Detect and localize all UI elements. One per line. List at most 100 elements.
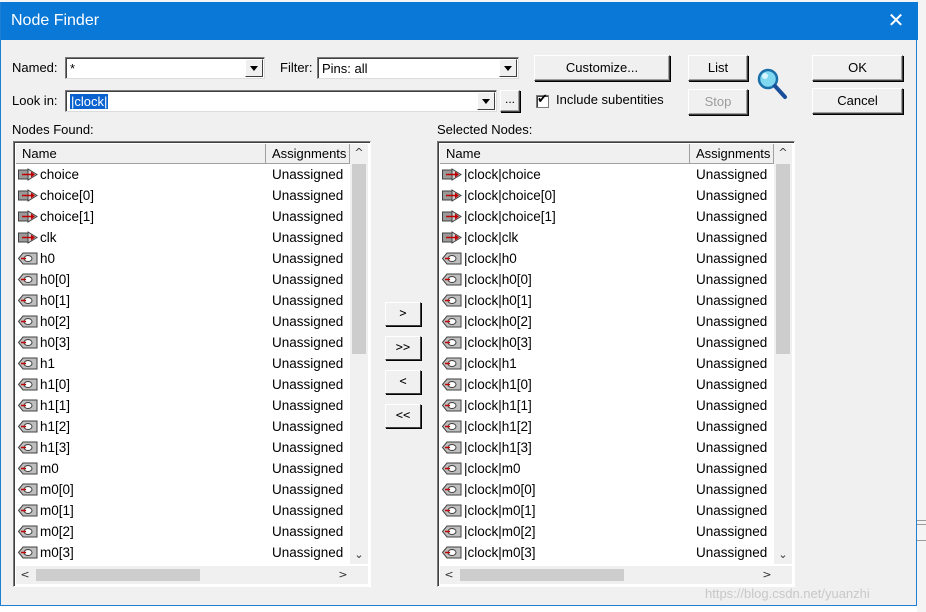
output-pin-icon (441, 525, 462, 538)
list-row[interactable]: h1[1] Unassigned (16, 395, 350, 416)
list-row[interactable]: |clock|choice[1] Unassigned (440, 206, 774, 227)
selected-nodes-vscrollbar[interactable]: ^ ⌄ (774, 144, 792, 564)
scroll-right-icon[interactable]: > (758, 566, 776, 584)
list-row[interactable]: |clock|h0[2] Unassigned (440, 311, 774, 332)
list-row[interactable]: clk Unassigned (16, 227, 350, 248)
node-name: m0 (40, 461, 59, 476)
look-in-dropdown-icon[interactable] (477, 92, 495, 110)
named-value[interactable]: * (70, 61, 75, 76)
list-row[interactable]: |clock|m0[1] Unassigned (440, 500, 774, 521)
selected-nodes-list[interactable]: Name Assignments |clock|choice Unassigned… (437, 141, 795, 587)
move-all-right-button[interactable]: >> (385, 336, 421, 360)
scroll-left-icon[interactable]: < (440, 566, 458, 584)
customize-button[interactable]: Customize... (534, 55, 670, 81)
list-row[interactable]: choice[0] Unassigned (16, 185, 350, 206)
close-icon[interactable]: ✕ (884, 6, 908, 36)
node-assignment: Unassigned (272, 356, 344, 371)
node-name: |clock|m0[3] (464, 545, 536, 560)
list-row[interactable]: h1[2] Unassigned (16, 416, 350, 437)
list-row[interactable]: |clock|h1[2] Unassigned (440, 416, 774, 437)
stop-button[interactable]: Stop (688, 89, 748, 115)
scroll-right-icon[interactable]: > (334, 566, 352, 584)
look-in-value[interactable]: |clock| (70, 94, 109, 109)
node-name: h0[1] (40, 293, 71, 308)
filter-dropdown-icon[interactable] (499, 59, 517, 77)
browse-button[interactable]: ... (500, 90, 520, 112)
list-row[interactable]: m0 Unassigned (16, 458, 350, 479)
column-header-name[interactable]: Name (440, 144, 690, 164)
list-row[interactable]: |clock|m0 Unassigned (440, 458, 774, 479)
named-combobox[interactable]: * (65, 57, 265, 79)
list-row[interactable]: |clock|h0[3] Unassigned (440, 332, 774, 353)
selected-nodes-hscrollbar[interactable]: < > (440, 566, 792, 584)
node-assignment: Unassigned (696, 419, 768, 434)
output-pin-icon (441, 420, 462, 433)
list-row[interactable]: |clock|h0[1] Unassigned (440, 290, 774, 311)
list-row[interactable]: m0[0] Unassigned (16, 479, 350, 500)
move-selected-right-button[interactable]: > (385, 302, 421, 326)
filter-combobox[interactable]: Pins: all (317, 57, 519, 79)
scroll-thumb[interactable] (776, 164, 790, 354)
node-name: choice[1] (40, 209, 95, 224)
list-row[interactable]: choice Unassigned (16, 164, 350, 185)
list-button[interactable]: List (688, 55, 748, 81)
list-row[interactable]: h0[0] Unassigned (16, 269, 350, 290)
column-header-assignments[interactable]: Assignments (690, 144, 774, 164)
list-row[interactable]: |clock|clk Unassigned (440, 227, 774, 248)
named-dropdown-icon[interactable] (245, 59, 263, 77)
nodes-found-list[interactable]: Name Assignments choice Unassigned choice[… (13, 141, 371, 587)
scroll-down-icon[interactable]: ⌄ (350, 546, 368, 564)
include-subentities-label[interactable]: Include subentities (556, 92, 664, 107)
list-row[interactable]: |clock|m0[0] Unassigned (440, 479, 774, 500)
list-row[interactable]: |clock|h1[3] Unassigned (440, 437, 774, 458)
include-subentities-checkbox[interactable]: ✔ (536, 92, 549, 108)
look-in-combobox[interactable]: |clock| (65, 90, 497, 112)
list-row[interactable]: m0[3] Unassigned (16, 542, 350, 563)
scroll-thumb[interactable] (352, 164, 366, 354)
filter-value[interactable]: Pins: all (322, 61, 368, 76)
move-selected-left-button[interactable]: < (385, 370, 421, 394)
nodes-found-vscrollbar[interactable]: ^ ⌄ (350, 144, 368, 564)
scroll-up-icon[interactable]: ^ (350, 144, 368, 162)
list-row[interactable]: h1[3] Unassigned (16, 437, 350, 458)
scroll-down-icon[interactable]: ⌄ (774, 546, 792, 564)
list-row[interactable]: |clock|h0 Unassigned (440, 248, 774, 269)
list-row[interactable]: |clock|m0[2] Unassigned (440, 521, 774, 542)
watermark-text: https://blog.csdn.net/yuanzhi (705, 586, 870, 601)
list-row[interactable]: |clock|m0[3] Unassigned (440, 542, 774, 563)
list-row[interactable]: |clock|h1[0] Unassigned (440, 374, 774, 395)
list-row[interactable]: |clock|h1 Unassigned (440, 353, 774, 374)
move-all-left-button[interactable]: << (385, 404, 421, 428)
nodes-found-hscrollbar[interactable]: < > (16, 566, 368, 584)
node-finder-dialog: Node Finder ✕ Named: * Filter: Pins: all… (0, 2, 918, 606)
list-row[interactable]: |clock|choice Unassigned (440, 164, 774, 185)
look-in-selected-text[interactable]: |clock| (70, 94, 109, 109)
node-name: |clock|m0[0] (464, 482, 536, 497)
scroll-up-icon[interactable]: ^ (774, 144, 792, 162)
list-row[interactable]: h0[1] Unassigned (16, 290, 350, 311)
list-row[interactable]: |clock|h0[0] Unassigned (440, 269, 774, 290)
list-row[interactable]: choice[1] Unassigned (16, 206, 350, 227)
list-row[interactable]: m0[2] Unassigned (16, 521, 350, 542)
node-name: h0[0] (40, 272, 71, 287)
column-header-assignments[interactable]: Assignments (266, 144, 350, 164)
list-row[interactable]: h0 Unassigned (16, 248, 350, 269)
list-row[interactable]: h1 Unassigned (16, 353, 350, 374)
list-row[interactable]: |clock|h1[1] Unassigned (440, 395, 774, 416)
list-row[interactable]: h0[3] Unassigned (16, 332, 350, 353)
scroll-thumb[interactable] (460, 569, 624, 581)
output-pin-icon (17, 336, 38, 349)
ok-button[interactable]: OK (812, 55, 903, 81)
node-assignment: Unassigned (696, 503, 768, 518)
scroll-thumb[interactable] (36, 569, 200, 581)
nodes-found-rows: choice Unassigned choice[0] Unassigned choic… (16, 164, 350, 564)
list-row[interactable]: m0[1] Unassigned (16, 500, 350, 521)
input-pin-icon (18, 231, 38, 244)
scroll-left-icon[interactable]: < (16, 566, 34, 584)
column-header-name[interactable]: Name (16, 144, 266, 164)
list-row[interactable]: h0[2] Unassigned (16, 311, 350, 332)
title-bar[interactable]: Node Finder ✕ (1, 2, 918, 40)
cancel-button[interactable]: Cancel (812, 88, 903, 114)
list-row[interactable]: h1[0] Unassigned (16, 374, 350, 395)
list-row[interactable]: |clock|choice[0] Unassigned (440, 185, 774, 206)
